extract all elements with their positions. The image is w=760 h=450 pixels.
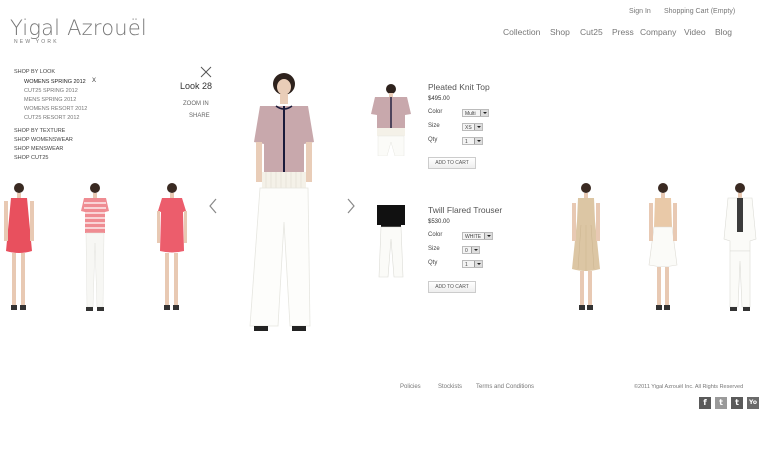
qty-select[interactable]: 1 [462,260,483,268]
add-to-cart-button[interactable]: ADD TO CART [428,157,476,169]
nav-shop[interactable]: Shop [550,27,570,37]
look-cut25-spring-2012[interactable]: CUT25 SPRING 2012 [24,88,78,94]
nav-blog[interactable]: Blog [715,27,732,37]
brand-logo-subtitle: NEW YORK [14,39,59,45]
zoom-in-link[interactable]: ZOOM IN [183,101,209,107]
tumblr-icon[interactable]: t [731,397,743,409]
look-womens-spring-2012[interactable]: WOMENS SPRING 2012 [24,79,86,85]
chevron-down-icon [474,138,482,144]
color-select-value: WHITE [465,234,482,240]
product-name[interactable]: Twill Flared Trouser [428,205,502,215]
product-price: $495.00 [428,96,450,102]
color-select[interactable]: Multi [462,109,489,117]
product-thumbnail-trouser[interactable] [375,203,407,279]
shop-cut25-link[interactable]: SHOP CUT25 [14,155,48,161]
footer-policies-link[interactable]: Policies [400,384,421,390]
footer-terms-link[interactable]: Terms and Conditions [476,384,534,390]
footer-stockists-link[interactable]: Stockists [438,384,462,390]
product-thumbnail-knit-top[interactable] [369,84,413,156]
look-thumbnail-red-dress[interactable] [2,181,36,313]
size-label: Size [428,123,440,129]
next-look-arrow-icon[interactable] [346,198,356,214]
size-select-value: XS [465,125,472,131]
look-mens-spring-2012[interactable]: MENS SPRING 2012 [24,97,76,103]
chevron-down-icon [474,261,482,267]
qty-select-value: 1 [465,262,468,268]
look-cut25-resort-2012[interactable]: CUT25 RESORT 2012 [24,115,79,121]
share-link[interactable]: SHARE [189,113,210,119]
previous-look-arrow-icon[interactable] [208,198,218,214]
facebook-icon[interactable]: f [699,397,711,409]
chevron-down-icon [471,247,479,253]
color-label: Color [428,109,443,115]
size-select[interactable]: 0 [462,246,480,254]
nav-video[interactable]: Video [684,27,706,37]
look-womens-resort-2012[interactable]: WOMENS RESORT 2012 [24,106,87,112]
youtube-icon[interactable]: Yo [747,397,759,409]
color-select[interactable]: WHITE [462,232,493,240]
size-select-value: 0 [465,248,468,254]
chevron-down-icon [474,124,482,130]
look-thumbnail-white-skirt[interactable] [646,181,680,313]
chevron-down-icon [480,110,488,116]
size-label: Size [428,246,440,252]
qty-select-value: 1 [465,139,468,145]
qty-label: Qty [428,260,438,266]
sign-in-link[interactable]: Sign In [629,8,651,15]
color-select-value: Multi [465,111,476,117]
size-select[interactable]: XS [462,123,483,131]
brand-logo[interactable]: Yigal Azrouël [10,16,147,40]
nav-press[interactable]: Press [612,27,634,37]
add-to-cart-button[interactable]: ADD TO CART [428,281,476,293]
shop-by-texture-link[interactable]: SHOP BY TEXTURE [14,128,65,134]
look-thumbnail-white-jacket[interactable] [718,181,758,313]
look-thumbnail-striped-top[interactable] [78,181,112,313]
qty-select[interactable]: 1 [462,137,483,145]
remove-filter-button[interactable]: X [92,78,96,84]
color-label: Color [428,232,443,238]
nav-cut25[interactable]: Cut25 [580,27,603,37]
copyright-text: ©2011 Yigal Azrouël Inc. All Rights Rese… [634,384,744,390]
main-look-image [249,73,314,331]
look-thumbnail-pink-dress[interactable] [155,181,189,313]
shopping-cart-link[interactable]: Shopping Cart (Empty) [664,8,735,15]
product-name[interactable]: Pleated Knit Top [428,82,490,92]
shop-by-look-heading[interactable]: SHOP BY LOOK [14,69,55,75]
product-price: $530.00 [428,219,450,225]
nav-collection[interactable]: Collection [503,27,540,37]
look-thumbnail-beige-dress[interactable] [569,181,603,313]
close-icon[interactable] [200,66,212,78]
look-title: Look 28 [180,81,213,91]
shop-womenswear-link[interactable]: SHOP WOMENSWEAR [14,137,73,143]
chevron-down-icon [484,233,492,239]
nav-company[interactable]: Company [640,27,676,37]
twitter-icon[interactable]: t [715,397,727,409]
qty-label: Qty [428,137,438,143]
shop-menswear-link[interactable]: SHOP MENSWEAR [14,146,63,152]
